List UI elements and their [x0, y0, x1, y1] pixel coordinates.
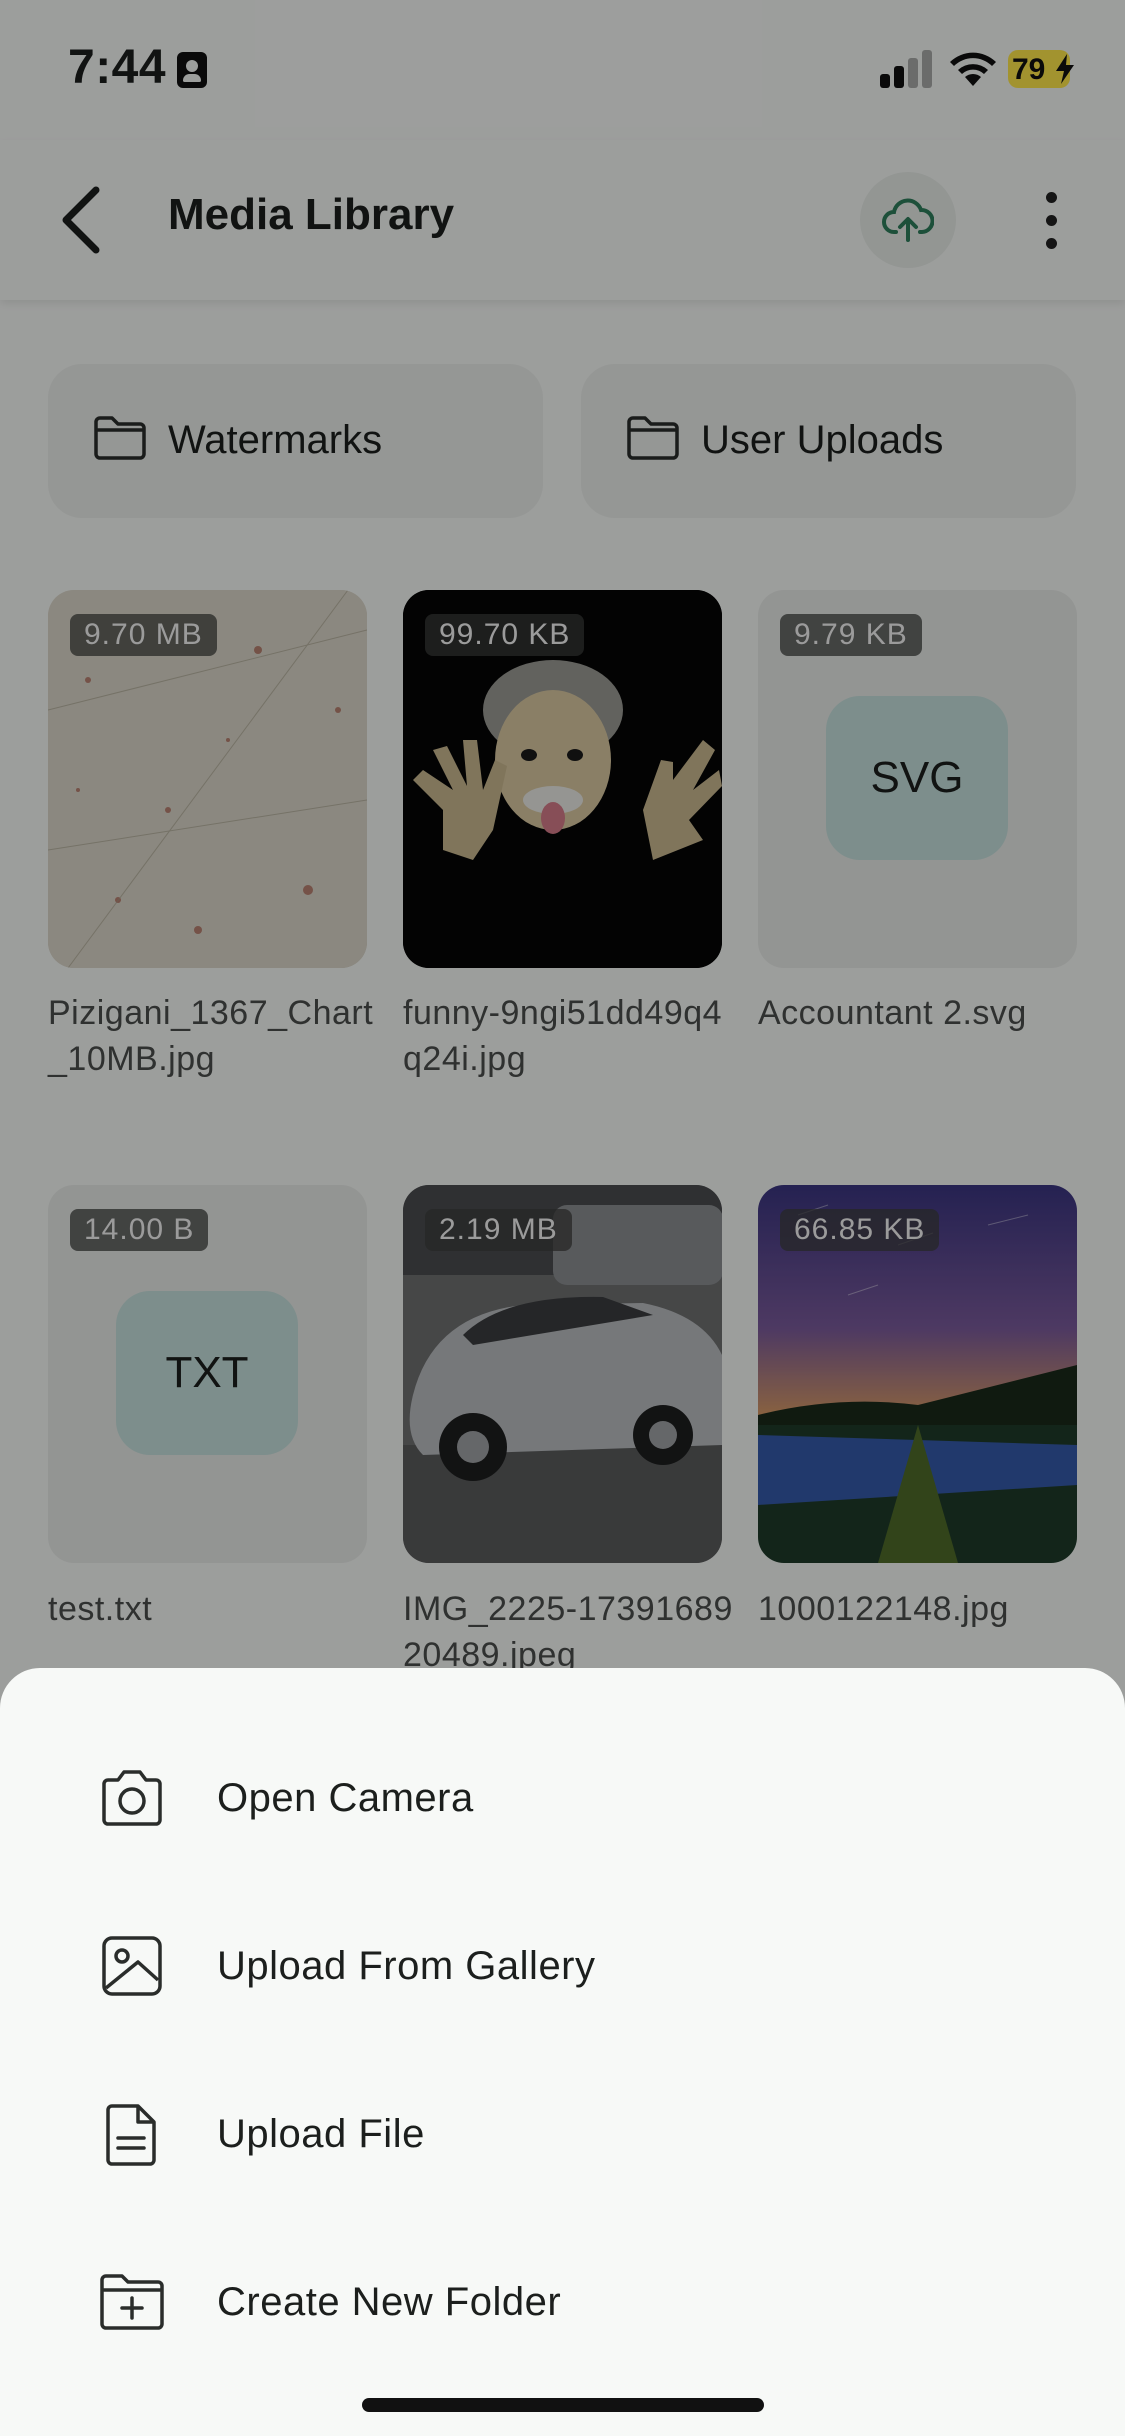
sheet-item-upload-from-gallery[interactable]: Upload From Gallery [0, 1898, 1125, 2038]
upload-options-sheet: Open Camera Upload From Gallery Upload F… [0, 1668, 1125, 2436]
image-icon [102, 1936, 162, 1996]
folder-plus-icon [100, 2274, 164, 2330]
file-icon [106, 2104, 156, 2166]
sheet-item-create-new-folder[interactable]: Create New Folder [0, 2234, 1125, 2374]
sheet-item-label: Create New Folder [217, 2280, 562, 2324]
home-indicator [362, 2398, 764, 2412]
camera-icon [102, 1770, 162, 1826]
sheet-item-label: Upload From Gallery [217, 1944, 596, 1988]
sheet-item-label: Open Camera [217, 1776, 474, 1820]
sheet-item-upload-file[interactable]: Upload File [0, 2066, 1125, 2206]
sheet-item-label: Upload File [217, 2112, 425, 2156]
sheet-item-open-camera[interactable]: Open Camera [0, 1730, 1125, 1870]
